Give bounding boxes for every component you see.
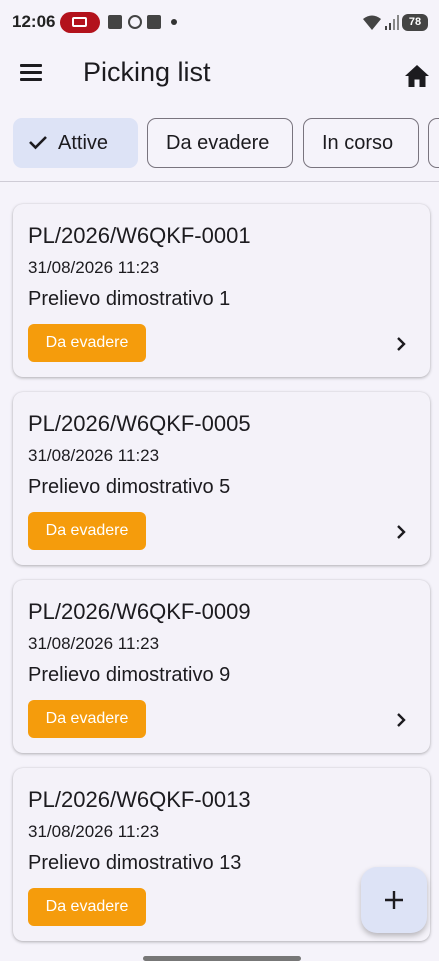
whatsapp-icon: [128, 15, 142, 29]
chip-da-evadere[interactable]: Da evadere: [147, 118, 293, 168]
battery-icon: 78: [402, 14, 428, 31]
home-indicator[interactable]: [143, 956, 301, 961]
chip-attive[interactable]: Attive: [13, 118, 138, 168]
picking-date: 31/08/2026 11:23: [28, 258, 160, 277]
wifi-icon: [363, 15, 381, 30]
cast-icon: [60, 12, 100, 33]
picking-description: Prelievo dimostrativo 13: [28, 852, 242, 874]
status-badge: Da evadere: [28, 888, 146, 926]
picking-code: PL/2026/W6QKF-0009: [28, 599, 251, 624]
picking-description: Prelievo dimostrativo 1: [28, 288, 231, 310]
picking-code: PL/2026/W6QKF-0013: [28, 787, 251, 812]
picking-card[interactable]: PL/2026/W6QKF-0001 31/08/2026 11:23 Prel…: [13, 204, 430, 377]
status-time: 12:06: [12, 12, 56, 31]
status-badge: Da evadere: [28, 512, 146, 550]
check-icon: [29, 136, 47, 150]
status-badge: Da evadere: [28, 324, 146, 362]
signal-icon: [385, 15, 399, 30]
filter-chips: Attive Da evadere In corso: [0, 118, 439, 170]
divider: [0, 181, 439, 182]
page-title: Picking list: [83, 57, 211, 87]
plus-icon: [385, 891, 403, 909]
app-bar: Picking list: [0, 44, 439, 104]
chip-in-corso[interactable]: In corso: [303, 118, 419, 168]
picking-code: PL/2026/W6QKF-0001: [28, 223, 251, 248]
chip-label: In corso: [322, 132, 394, 154]
picking-date: 31/08/2026 11:23: [28, 446, 160, 465]
chevron-right-icon: [397, 713, 406, 727]
add-button[interactable]: [361, 867, 427, 933]
calendar-icon: [147, 15, 161, 29]
picking-date: 31/08/2026 11:23: [28, 822, 160, 841]
picking-description: Prelievo dimostrativo 9: [28, 664, 231, 686]
menu-icon[interactable]: [18, 62, 44, 84]
picking-card[interactable]: PL/2026/W6QKF-0005 31/08/2026 11:23 Prel…: [13, 392, 430, 565]
chevron-right-icon: [397, 525, 406, 539]
battery-level: 78: [408, 16, 422, 28]
chip-more[interactable]: [428, 118, 439, 168]
picking-code: PL/2026/W6QKF-0005: [28, 411, 251, 436]
status-badge: Da evadere: [28, 700, 146, 738]
chevron-right-icon: [397, 337, 406, 351]
picking-card[interactable]: PL/2026/W6QKF-0009 31/08/2026 11:23 Prel…: [13, 580, 430, 753]
picking-description: Prelievo dimostrativo 5: [28, 476, 231, 498]
chip-label: Attive: [58, 132, 109, 154]
chip-label: Da evadere: [166, 132, 270, 154]
status-bar: 12:06 78: [0, 0, 439, 44]
picking-date: 31/08/2026 11:23: [28, 634, 160, 653]
more-notifications-icon: [171, 19, 177, 25]
home-icon[interactable]: [400, 60, 434, 90]
notification-icon: [108, 15, 122, 29]
